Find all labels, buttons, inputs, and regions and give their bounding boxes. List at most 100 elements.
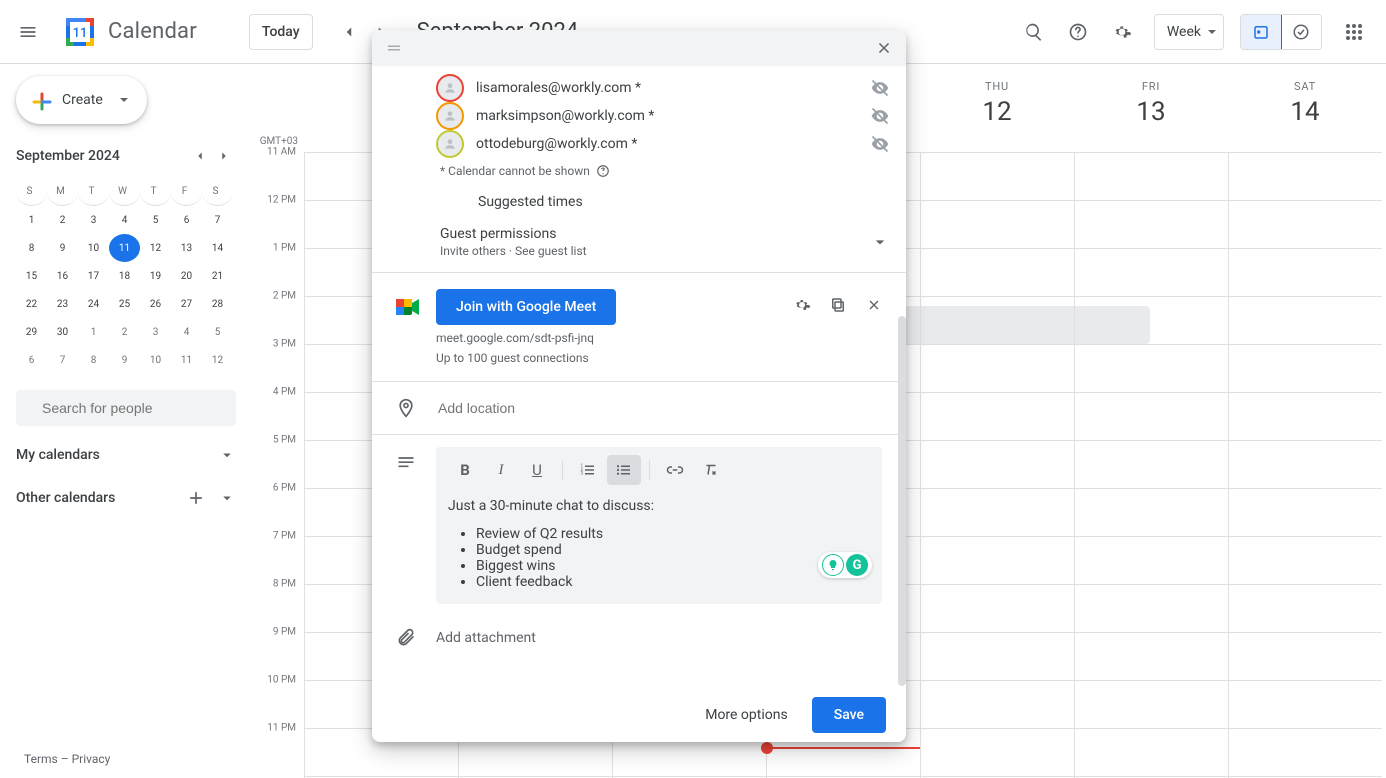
help-icon[interactable] [596, 164, 610, 178]
drag-handle[interactable] [378, 32, 410, 64]
close-modal-button[interactable] [868, 32, 900, 64]
settings-button[interactable] [1102, 12, 1142, 52]
view-switcher[interactable]: Week [1154, 14, 1224, 50]
mini-day[interactable]: 15 [16, 262, 47, 290]
mini-next-button[interactable] [212, 144, 236, 168]
mini-day[interactable]: 2 [47, 206, 78, 234]
search-button[interactable] [1014, 12, 1054, 52]
mini-day[interactable]: 2 [109, 318, 140, 346]
terms-link[interactable]: Terms [24, 752, 58, 766]
mini-day[interactable]: 1 [16, 206, 47, 234]
mini-day[interactable]: 10 [140, 346, 171, 374]
mini-day[interactable]: 21 [202, 262, 233, 290]
grammar-widget[interactable]: G [818, 552, 872, 578]
mini-day[interactable]: 6 [16, 346, 47, 374]
mini-day[interactable]: 26 [140, 290, 171, 318]
guest-row[interactable]: lisamorales@workly.com * [372, 74, 906, 102]
more-options-button[interactable]: More options [705, 707, 788, 723]
mini-day[interactable]: 6 [171, 206, 202, 234]
add-calendar-icon[interactable] [186, 488, 206, 508]
create-button[interactable]: Create [16, 76, 147, 124]
mini-day[interactable]: 4 [171, 318, 202, 346]
mini-day[interactable]: 3 [78, 206, 109, 234]
visibility-off-icon[interactable] [870, 78, 890, 98]
mini-day[interactable]: 3 [140, 318, 171, 346]
clear-formatting-button[interactable] [694, 455, 728, 485]
tasks-view-toggle[interactable] [1281, 15, 1321, 49]
mini-day[interactable]: 19 [140, 262, 171, 290]
join-meet-button[interactable]: Join with Google Meet [436, 289, 616, 325]
bullet-list-button[interactable] [607, 455, 641, 485]
meet-settings-button[interactable] [786, 289, 818, 321]
mini-day[interactable]: 11 [171, 346, 202, 374]
copy-meet-link-button[interactable] [822, 289, 854, 321]
prev-period-button[interactable] [333, 16, 365, 48]
suggested-times-button[interactable]: Suggested times [372, 178, 906, 222]
mini-day[interactable]: 22 [16, 290, 47, 318]
modal-scrollbar[interactable] [898, 316, 906, 686]
other-calendars-toggle[interactable]: Other calendars [16, 488, 236, 508]
description-editor[interactable]: B I U 123 [436, 447, 882, 604]
mini-day[interactable]: 12 [202, 346, 233, 374]
mini-dow: T [78, 178, 109, 206]
calendar-view-toggle[interactable] [1241, 15, 1281, 49]
day-column[interactable] [1074, 152, 1228, 778]
search-people-input[interactable] [16, 390, 236, 426]
support-button[interactable] [1058, 12, 1098, 52]
mini-day[interactable]: 8 [78, 346, 109, 374]
mini-day[interactable]: 29 [16, 318, 47, 346]
mini-day[interactable]: 7 [47, 346, 78, 374]
mini-day[interactable]: 24 [78, 290, 109, 318]
mini-day[interactable]: 10 [78, 234, 109, 262]
mini-calendar[interactable]: SMTWTFS123456789101112131415161718192021… [16, 178, 236, 374]
italic-button[interactable]: I [484, 455, 518, 485]
mini-day[interactable]: 14 [202, 234, 233, 262]
mini-day[interactable]: 25 [109, 290, 140, 318]
mini-day[interactable]: 9 [47, 234, 78, 262]
mini-day[interactable]: 9 [109, 346, 140, 374]
caret-down-icon [119, 95, 129, 105]
mini-day[interactable]: 16 [47, 262, 78, 290]
time-label: 11 PM [267, 723, 296, 734]
mini-day[interactable]: 20 [171, 262, 202, 290]
remove-meet-button[interactable] [858, 289, 890, 321]
mini-day[interactable]: 7 [202, 206, 233, 234]
visibility-off-icon[interactable] [870, 134, 890, 154]
main-menu-button[interactable] [8, 12, 48, 52]
mini-day[interactable]: 12 [140, 234, 171, 262]
mini-day[interactable]: 17 [78, 262, 109, 290]
location-input[interactable] [436, 399, 890, 417]
mini-day[interactable]: 27 [171, 290, 202, 318]
guest-permissions-toggle[interactable]: Guest permissions Invite others · See gu… [372, 222, 906, 273]
underline-button[interactable]: U [520, 455, 554, 485]
my-calendars-toggle[interactable]: My calendars [16, 446, 236, 464]
guest-row[interactable]: ottodeburg@workly.com * [372, 130, 906, 158]
description-item: Budget spend [476, 542, 870, 558]
add-attachment-button[interactable]: Add attachment [436, 630, 536, 646]
mini-day[interactable]: 1 [78, 318, 109, 346]
mini-prev-button[interactable] [188, 144, 212, 168]
today-button[interactable]: Today [249, 14, 313, 50]
search-people-field[interactable] [40, 399, 225, 417]
day-column[interactable] [1228, 152, 1382, 778]
mini-day[interactable]: 5 [140, 206, 171, 234]
numbered-list-button[interactable]: 123 [571, 455, 605, 485]
mini-day[interactable]: 5 [202, 318, 233, 346]
day-column[interactable] [920, 152, 1074, 778]
mini-day[interactable]: 23 [47, 290, 78, 318]
description-text[interactable]: Just a 30-minute chat to discuss: Review… [448, 498, 870, 590]
mini-day[interactable]: 13 [171, 234, 202, 262]
mini-day[interactable]: 11 [109, 234, 140, 262]
mini-day[interactable]: 18 [109, 262, 140, 290]
mini-day[interactable]: 4 [109, 206, 140, 234]
mini-day[interactable]: 28 [202, 290, 233, 318]
google-apps-button[interactable] [1334, 12, 1374, 52]
mini-day[interactable]: 8 [16, 234, 47, 262]
guest-row[interactable]: marksimpson@workly.com * [372, 102, 906, 130]
bold-button[interactable]: B [448, 455, 482, 485]
save-button[interactable]: Save [812, 697, 886, 733]
visibility-off-icon[interactable] [870, 106, 890, 126]
insert-link-button[interactable] [658, 455, 692, 485]
mini-day[interactable]: 30 [47, 318, 78, 346]
privacy-link[interactable]: Privacy [72, 752, 111, 766]
